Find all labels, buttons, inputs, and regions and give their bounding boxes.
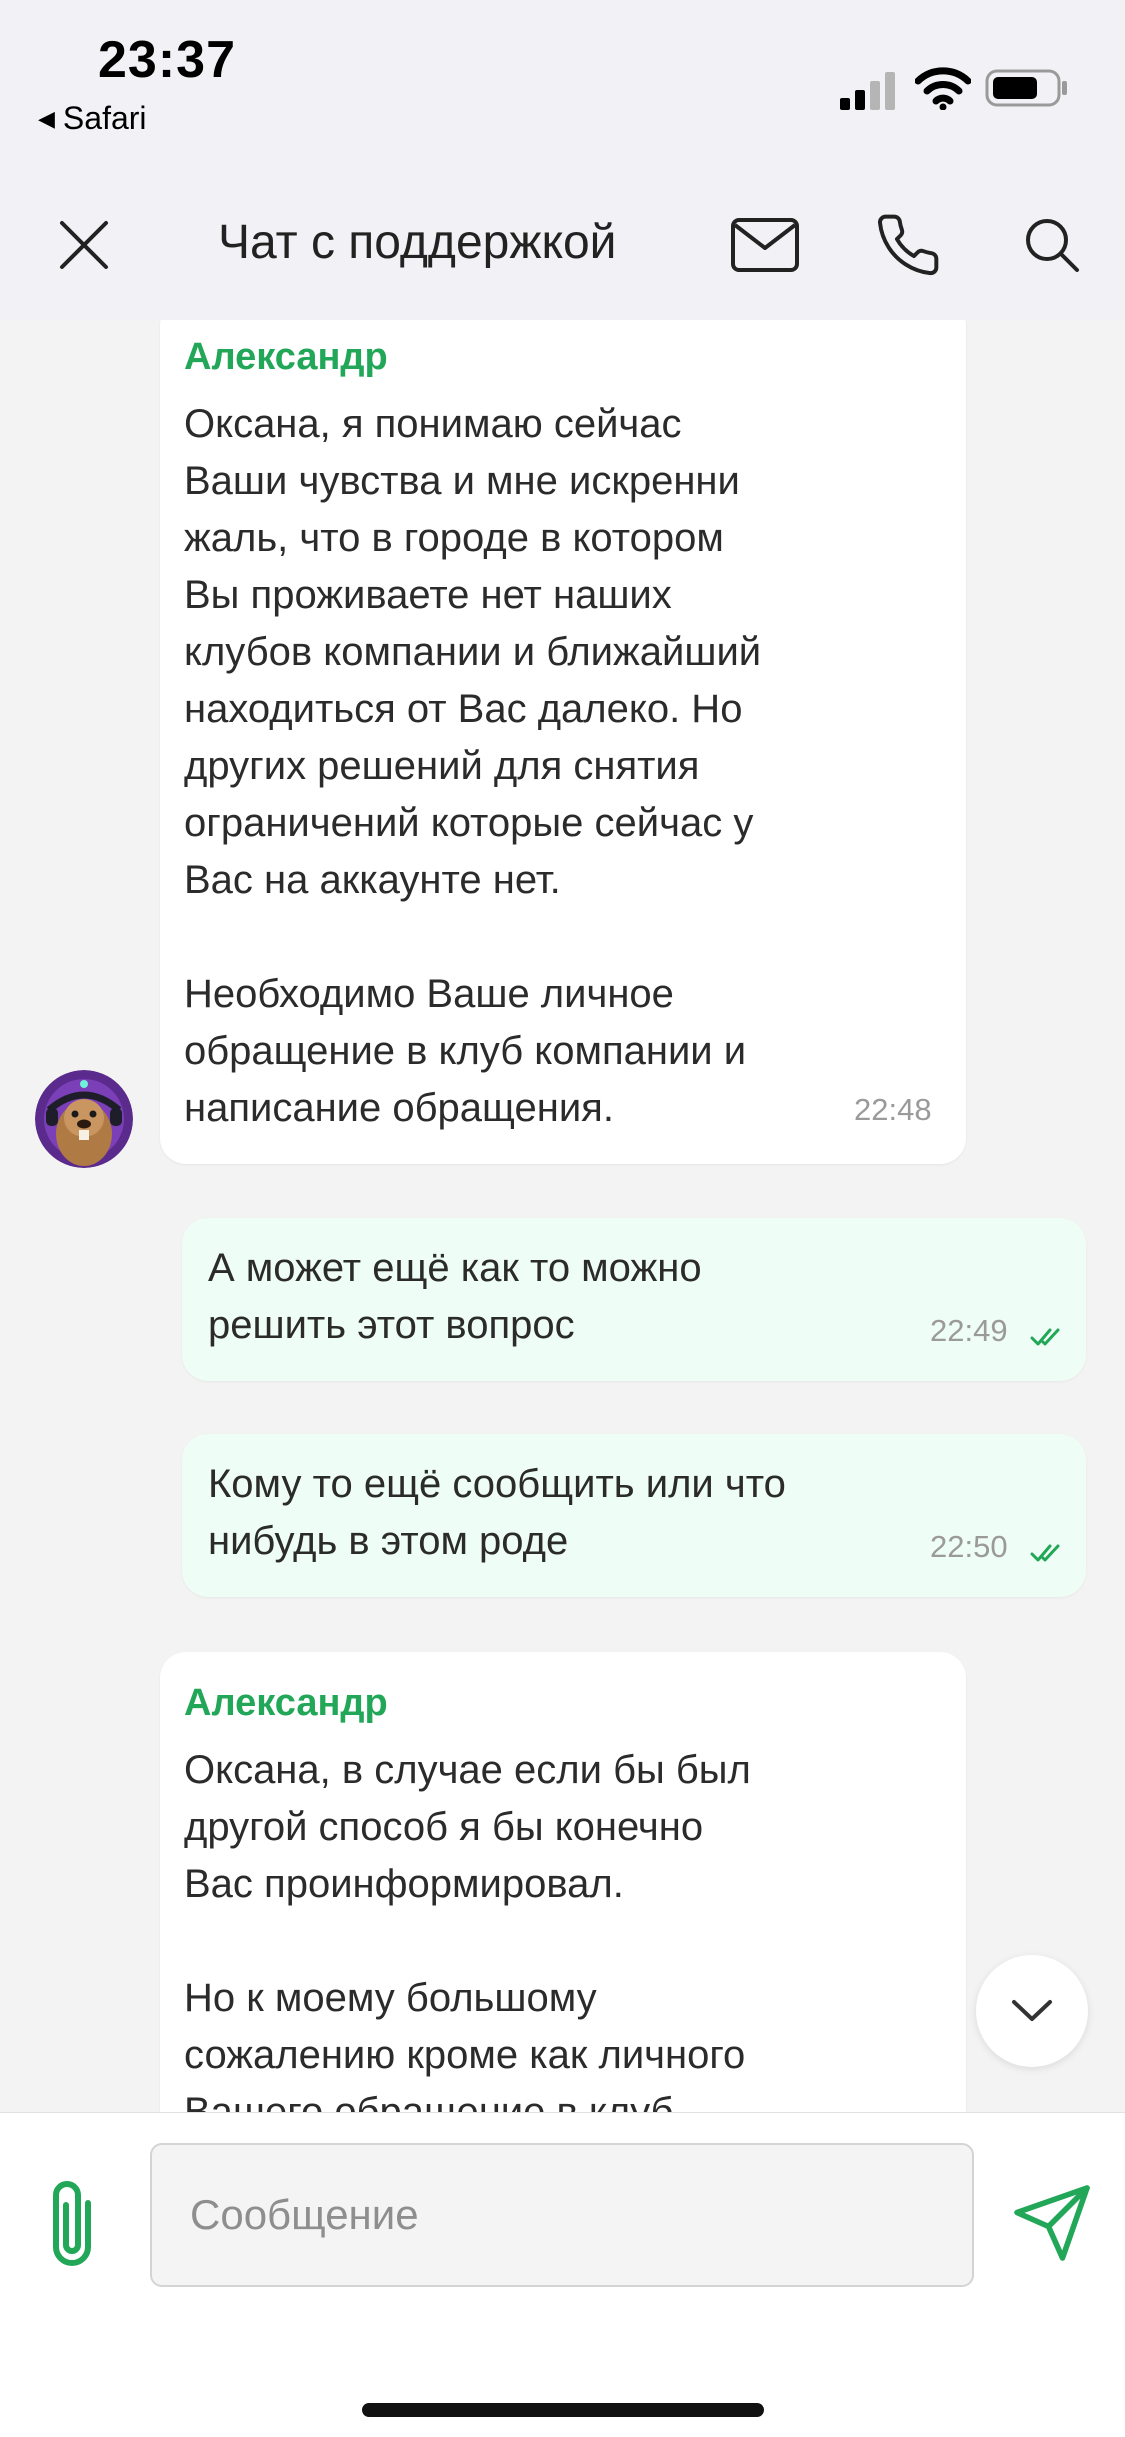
chat-header: Чат с поддержкой: [0, 175, 1125, 320]
message-incoming: Александр Оксана, в случае если бы был д…: [160, 1652, 966, 2112]
scroll-to-bottom-button[interactable]: [976, 1955, 1088, 2067]
home-indicator: [362, 2403, 764, 2417]
beaver-avatar-icon: [35, 1070, 133, 1168]
phone-icon: [878, 214, 939, 276]
attach-button[interactable]: [38, 2173, 110, 2273]
chevron-down-icon: [1012, 2000, 1052, 2021]
back-to-app-link[interactable]: ◀ Safari: [38, 100, 147, 137]
message-text: Кому то ещё сообщить или что нибудь в эт…: [208, 1462, 786, 1563]
close-button[interactable]: [44, 205, 124, 285]
mail-button[interactable]: [725, 205, 805, 285]
paperclip-icon: [53, 2181, 91, 2266]
message-time: 22:48: [854, 1092, 932, 1127]
message-incoming: Александр Оксана, я понимаю сейчас Ваши …: [160, 320, 966, 1164]
message-text: Оксана, я понимаю сейчас Ваши чувства и …: [184, 402, 762, 1130]
message-input[interactable]: [150, 2143, 974, 2287]
agent-avatar[interactable]: [35, 1070, 133, 1168]
send-button[interactable]: [1010, 2181, 1094, 2265]
read-checkmarks-icon: [1030, 1328, 1060, 1346]
message-text: А может ещё как то можно решить этот воп…: [208, 1246, 702, 1347]
signal-icon: [840, 72, 895, 110]
chat-messages[interactable]: Александр Оксана, я понимаю сейчас Ваши …: [0, 320, 1125, 2112]
message-sender: Александр: [184, 1682, 388, 1724]
message-text: Оксана, в случае если бы был другой спос…: [184, 1748, 751, 2112]
back-triangle-icon: ◀: [38, 106, 55, 131]
message-time: 22:49: [930, 1313, 1008, 1348]
message-sender: Александр: [184, 336, 388, 378]
status-bar: 23:37 ◀ Safari: [0, 0, 1125, 175]
battery-icon: [985, 69, 1067, 107]
search-icon: [1026, 219, 1079, 272]
message-outgoing: Кому то ещё сообщить или что нибудь в эт…: [182, 1434, 1086, 1597]
back-app-label: Safari: [62, 100, 147, 136]
message-outgoing: А может ещё как то можно решить этот воп…: [182, 1218, 1086, 1381]
message-time: 22:50: [930, 1529, 1008, 1564]
read-checkmarks-icon: [1030, 1544, 1060, 1562]
close-icon: [60, 221, 108, 269]
call-button[interactable]: [868, 205, 948, 285]
wifi-icon: [915, 67, 971, 110]
message-composer: [0, 2112, 1125, 2437]
mail-icon: [731, 218, 799, 272]
send-icon: [1014, 2185, 1090, 2261]
status-time: 23:37: [98, 31, 236, 89]
page-title: Чат с поддержкой: [218, 216, 617, 269]
search-button[interactable]: [1012, 205, 1092, 285]
